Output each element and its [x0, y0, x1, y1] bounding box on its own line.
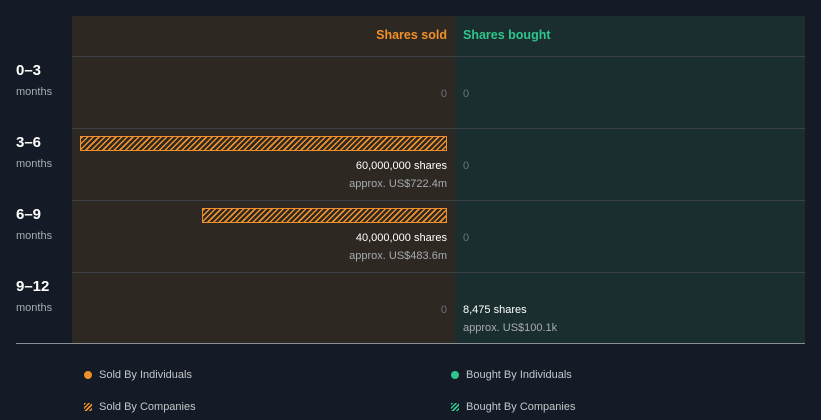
green-hatch-icon: [451, 403, 459, 411]
legend-bought-by-companies[interactable]: Bought By Companies: [451, 401, 575, 413]
bought-shares-value: 0: [463, 88, 470, 100]
shares-bought-header: Shares bought: [463, 28, 551, 42]
row-unit-label: months: [16, 86, 53, 98]
orange-dot-icon: [84, 371, 92, 379]
sold-shares-value: 60,000,000 shares: [355, 160, 447, 172]
sold-approx-value: approx. US$483.6m: [349, 250, 447, 262]
bought-shares-value: 8,475 shares: [463, 304, 527, 316]
row-unit-label: months: [16, 230, 53, 242]
shares-sold-header: Shares sold: [376, 28, 447, 42]
row-range-label: 6–9: [16, 206, 42, 223]
bought-shares-value: 0: [463, 160, 470, 172]
row-divider: [72, 272, 805, 273]
row-divider: [72, 56, 805, 57]
sold-approx-value: approx. US$722.4m: [349, 178, 447, 190]
sold-by-companies-bar: [202, 208, 447, 223]
legend-sold-by-companies[interactable]: Sold By Companies: [84, 401, 196, 413]
row-range-label: 9–12: [16, 278, 50, 295]
legend-sold-by-individuals[interactable]: Sold By Individuals: [84, 369, 192, 381]
bought-approx-value: approx. US$100.1k: [463, 322, 558, 334]
row-unit-label: months: [16, 302, 53, 314]
legend-label: Bought By Companies: [466, 401, 576, 413]
shares-bought-panel: [455, 16, 805, 344]
sold-shares-value: 0: [440, 88, 447, 100]
row-divider: [72, 128, 805, 129]
row-range-label: 3–6: [16, 134, 42, 151]
bought-shares-value: 0: [463, 232, 470, 244]
row-divider: [72, 200, 805, 201]
chart-baseline: [16, 343, 805, 344]
green-dot-icon: [451, 371, 459, 379]
sold-by-companies-bar: [80, 136, 447, 151]
legend-label: Sold By Companies: [99, 401, 196, 413]
sold-shares-value: 40,000,000 shares: [355, 232, 447, 244]
orange-hatch-icon: [84, 403, 92, 411]
legend-label: Sold By Individuals: [99, 369, 192, 381]
legend-label: Bought By Individuals: [466, 369, 572, 381]
legend-bought-by-individuals[interactable]: Bought By Individuals: [451, 369, 572, 381]
sold-shares-value: 0: [440, 304, 447, 316]
row-range-label: 0–3: [16, 62, 42, 79]
row-unit-label: months: [16, 158, 53, 170]
